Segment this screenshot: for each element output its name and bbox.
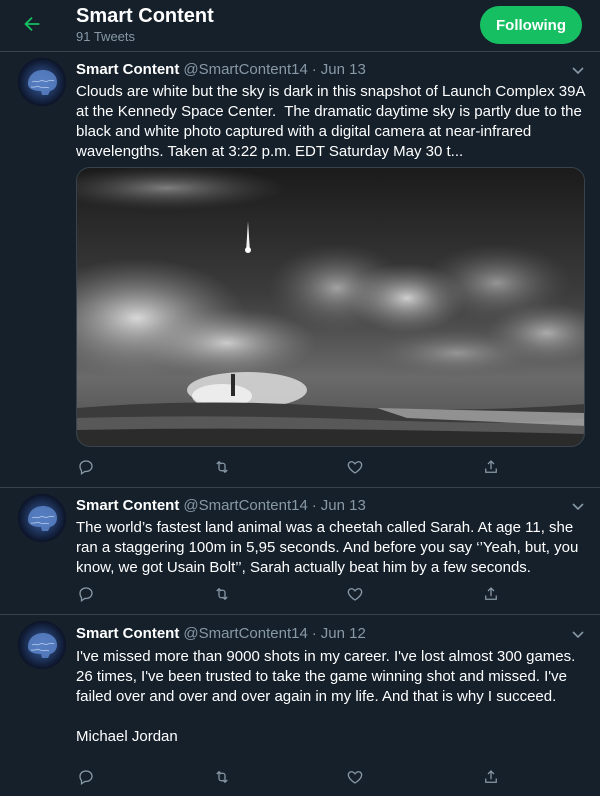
tweet-menu-button[interactable] bbox=[570, 62, 586, 78]
author-name[interactable]: Smart Content bbox=[76, 61, 179, 78]
tweet-date[interactable]: Jun 13 bbox=[321, 497, 366, 514]
brain-avatar-image bbox=[18, 621, 66, 669]
reply-button[interactable] bbox=[76, 767, 96, 787]
following-button[interactable]: Following bbox=[480, 6, 582, 44]
retweet-icon bbox=[216, 587, 228, 601]
tweet-menu-button[interactable] bbox=[570, 498, 586, 514]
chevron-down-icon bbox=[572, 631, 584, 639]
brain-avatar-image bbox=[18, 494, 66, 542]
tweet[interactable]: Smart Content @SmartContent14 · Jun 13 The … bbox=[0, 488, 600, 615]
retweet-button[interactable] bbox=[212, 767, 232, 787]
author-handle[interactable]: @SmartContent14 bbox=[183, 61, 307, 78]
avatar[interactable] bbox=[18, 621, 66, 669]
profile-header: Smart Content 91 Tweets Following bbox=[0, 0, 600, 52]
back-button[interactable] bbox=[14, 6, 50, 42]
tweet-actions bbox=[76, 584, 506, 604]
author-name[interactable]: Smart Content bbox=[76, 625, 179, 642]
reply-icon bbox=[79, 587, 93, 602]
heart-icon bbox=[347, 461, 363, 474]
retweet-icon bbox=[216, 770, 228, 784]
retweet-button[interactable] bbox=[212, 584, 232, 604]
like-button[interactable] bbox=[345, 457, 365, 477]
retweet-icon bbox=[216, 460, 228, 474]
tweet-count: 91 Tweets bbox=[76, 29, 136, 44]
reply-icon bbox=[79, 770, 93, 785]
author-handle[interactable]: @SmartContent14 bbox=[183, 497, 307, 514]
separator-dot: · bbox=[311, 497, 317, 514]
reply-icon bbox=[79, 460, 93, 475]
like-button[interactable] bbox=[345, 584, 365, 604]
like-button[interactable] bbox=[345, 767, 365, 787]
tweet-media-image[interactable] bbox=[76, 167, 585, 447]
author-handle[interactable]: @SmartContent14 bbox=[183, 625, 307, 642]
tweet-text: The world’s fastest land animal was a ch… bbox=[76, 519, 583, 576]
tweet-date[interactable]: Jun 12 bbox=[321, 625, 366, 642]
share-icon bbox=[485, 460, 497, 473]
tweet-header: Smart Content @SmartContent14 · Jun 13 bbox=[76, 496, 366, 516]
brain-avatar-image bbox=[18, 58, 66, 106]
retweet-button[interactable] bbox=[212, 457, 232, 477]
chevron-down-icon bbox=[572, 503, 584, 511]
separator-dot: · bbox=[311, 625, 317, 642]
tweet-text: I've missed more than 9000 shots in my c… bbox=[76, 648, 576, 745]
arrow-left-icon bbox=[24, 16, 40, 32]
tweet-date[interactable]: Jun 13 bbox=[321, 61, 366, 78]
chevron-down-icon bbox=[572, 67, 584, 75]
share-button[interactable] bbox=[481, 584, 501, 604]
separator-dot: · bbox=[311, 61, 317, 78]
avatar[interactable] bbox=[18, 58, 66, 106]
avatar[interactable] bbox=[18, 494, 66, 542]
tweet[interactable]: Smart Content @SmartContent14 · Jun 12 I've… bbox=[0, 615, 600, 796]
tweet-header: Smart Content @SmartContent14 · Jun 13 bbox=[76, 60, 366, 80]
tweet-menu-button[interactable] bbox=[570, 626, 586, 642]
tweet[interactable]: Smart Content @SmartContent14 · Jun 13 Clou… bbox=[0, 52, 600, 488]
share-button[interactable] bbox=[481, 457, 501, 477]
tweet-text: Clouds are white but the sky is dark in … bbox=[76, 83, 589, 160]
tweet-actions bbox=[76, 767, 506, 787]
reply-button[interactable] bbox=[76, 584, 96, 604]
heart-icon bbox=[347, 771, 363, 784]
heart-icon bbox=[347, 588, 363, 601]
tweet-header: Smart Content @SmartContent14 · Jun 12 bbox=[76, 624, 366, 644]
author-name[interactable]: Smart Content bbox=[76, 497, 179, 514]
share-icon bbox=[485, 770, 497, 783]
tweet-actions bbox=[76, 457, 506, 477]
rocket-launch-photo bbox=[77, 168, 584, 446]
share-button[interactable] bbox=[481, 767, 501, 787]
share-icon bbox=[485, 587, 497, 600]
reply-button[interactable] bbox=[76, 457, 96, 477]
page-title: Smart Content bbox=[76, 5, 214, 27]
